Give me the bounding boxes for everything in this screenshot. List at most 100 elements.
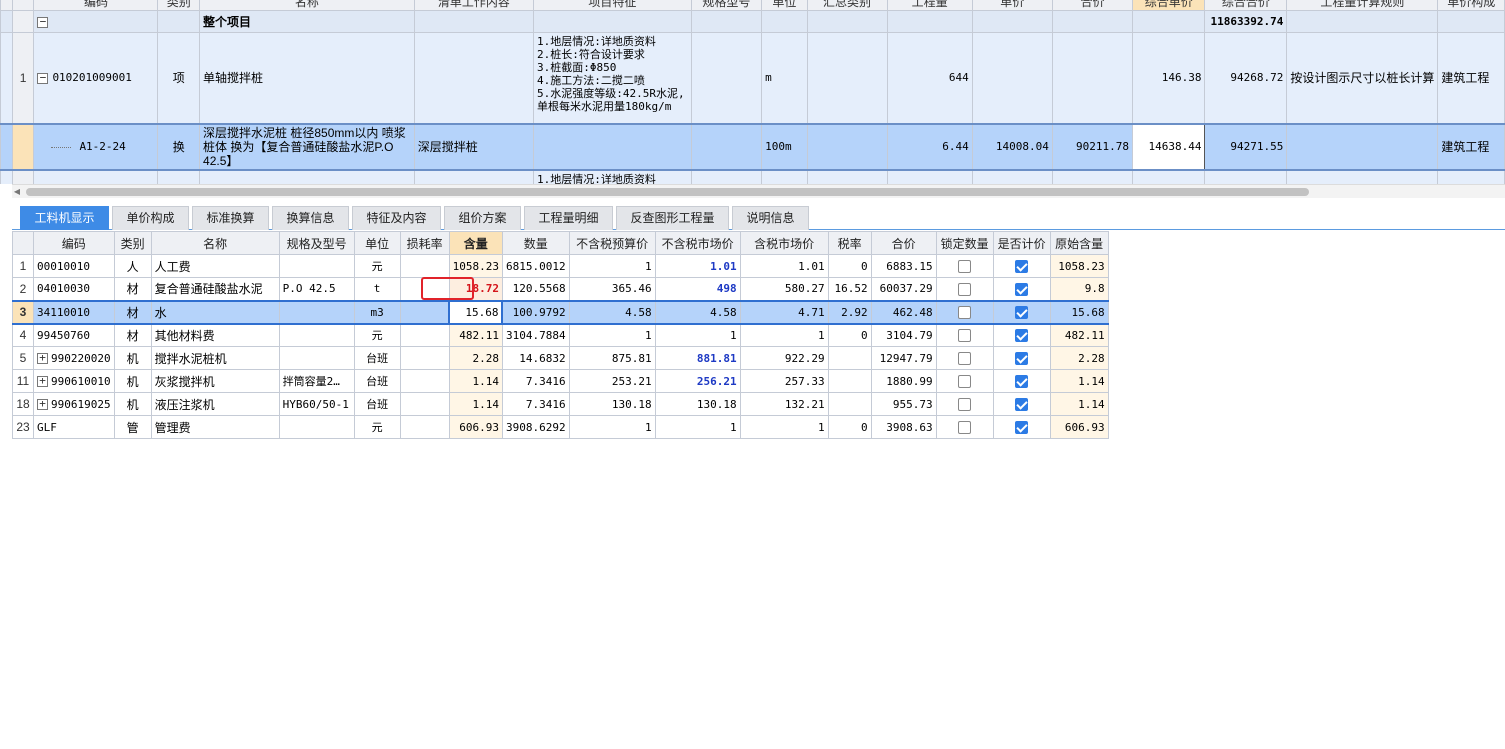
tab-unit-price-composition[interactable]: 单价构成 <box>112 206 189 230</box>
resource-code[interactable]: 00010010 <box>33 254 115 278</box>
resource-market-price[interactable]: 130.18 <box>654 392 741 416</box>
resource-market-price[interactable]: 498 <box>654 277 741 301</box>
resource-name[interactable]: 其他材料费 <box>150 323 280 347</box>
resource-tax-rate[interactable] <box>827 369 872 393</box>
quota-work-content[interactable]: 深层搅拌桩 <box>413 122 535 171</box>
bill-summary-type[interactable] <box>806 32 888 124</box>
header-original-content[interactable]: 原始含量 <box>1049 231 1109 255</box>
resource-spec[interactable] <box>278 299 355 325</box>
resource-amount[interactable]: 7.3416 <box>501 392 570 416</box>
lock-quantity-cell[interactable] <box>935 415 994 439</box>
resource-market-price[interactable]: 1 <box>654 323 741 347</box>
unchecked-checkbox-icon[interactable] <box>958 282 972 296</box>
resource-loss-rate[interactable] <box>399 369 450 393</box>
resource-tax-rate[interactable]: 16.52 <box>827 277 872 301</box>
quota-item-row[interactable]: A1-2-24 换 深层搅拌水泥桩 桩径850mm以内 喷浆桩体 换为【复合普通… <box>0 122 1505 171</box>
resource-tax-rate[interactable]: 2.92 <box>827 299 872 325</box>
resource-content[interactable]: 606.93 <box>448 415 503 439</box>
resource-original-content[interactable]: 15.68 <box>1049 299 1109 325</box>
resource-original-content[interactable]: 9.8 <box>1049 277 1109 301</box>
header-spec[interactable]: 规格及型号 <box>278 231 355 255</box>
quota-spec[interactable] <box>690 122 763 171</box>
header-code[interactable]: 编码 <box>33 0 159 11</box>
resource-unit[interactable]: 台班 <box>353 369 401 393</box>
resource-type[interactable]: 材 <box>113 277 152 301</box>
resource-name[interactable]: 水 <box>150 299 280 325</box>
resource-tax-market-price[interactable]: 4.71 <box>739 299 829 325</box>
resource-amount[interactable]: 100.9792 <box>501 299 570 325</box>
resource-content[interactable]: 1058.23 <box>448 254 503 278</box>
resource-original-content[interactable]: 482.11 <box>1049 323 1109 347</box>
unchecked-checkbox-icon[interactable] <box>958 421 972 435</box>
resource-total[interactable]: 12947.79 <box>870 346 937 370</box>
resource-tax-rate[interactable]: 0 <box>827 323 872 347</box>
resource-spec[interactable] <box>278 346 355 370</box>
resource-total[interactable]: 955.73 <box>870 392 937 416</box>
resource-total[interactable]: 3908.63 <box>870 415 937 439</box>
resource-budget-price[interactable]: 1 <box>568 323 656 347</box>
header-tax-rate[interactable]: 税率 <box>827 231 872 255</box>
resource-unit[interactable]: t <box>353 277 401 301</box>
bill-spec[interactable] <box>690 32 763 124</box>
quota-unit[interactable]: 100m <box>761 122 808 171</box>
bill-quantity[interactable]: 644 <box>886 32 973 124</box>
header-calc-rule[interactable]: 工程量计算规则 <box>1286 0 1439 11</box>
resource-budget-price[interactable]: 253.21 <box>568 369 656 393</box>
resource-tax-market-price[interactable]: 580.27 <box>739 277 829 301</box>
quota-composite-unit-price[interactable]: 14638.44 <box>1132 122 1206 171</box>
is-priced-cell[interactable] <box>992 299 1051 325</box>
bill-item-row[interactable]: 1.地层情况:详地质资料 <box>0 169 1505 184</box>
scroll-left-icon[interactable]: ◀ <box>12 187 22 197</box>
resource-unit[interactable]: 元 <box>353 323 401 347</box>
resource-row[interactable]: 11 +990610010 机灰浆搅拌机 拌筒容量2… 台班 1.14 7.3416 253.… <box>12 369 1109 393</box>
tab-description[interactable]: 说明信息 <box>732 206 809 230</box>
resource-original-content[interactable]: 1.14 <box>1049 369 1109 393</box>
quota-total-price[interactable]: 90211.78 <box>1051 122 1134 171</box>
resource-loss-rate[interactable] <box>399 392 450 416</box>
header-market-price[interactable]: 不含税市场价 <box>654 231 741 255</box>
tab-graphic-quantity-lookup[interactable]: 反查图形工程量 <box>616 206 729 230</box>
header-summary-type[interactable]: 汇总类别 <box>806 0 888 11</box>
resource-name[interactable]: 人工费 <box>150 254 280 278</box>
bill-calc-rule[interactable]: 按设计图示尺寸以桩长计算 <box>1286 32 1439 124</box>
bill-features[interactable]: 1.地层情况:详地质资料 <box>533 169 692 184</box>
checked-checkbox-icon[interactable] <box>1015 421 1029 435</box>
resource-type[interactable]: 人 <box>113 254 152 278</box>
resource-market-price[interactable]: 256.21 <box>654 369 741 393</box>
resource-code[interactable]: 99450760 <box>33 323 115 347</box>
expand-icon[interactable]: + <box>37 375 48 387</box>
is-priced-cell[interactable] <box>992 277 1051 301</box>
header-unit[interactable]: 单位 <box>353 231 401 255</box>
header-composite-total[interactable]: 综合合价 <box>1204 0 1288 11</box>
project-total-row[interactable]: − 整个项目 11863392.74 <box>0 10 1505 33</box>
resource-amount[interactable]: 14.6832 <box>501 346 570 370</box>
resource-content[interactable]: 1.14 <box>448 392 503 416</box>
resource-type[interactable]: 机 <box>113 392 152 416</box>
tab-pricing-scheme[interactable]: 组价方案 <box>444 206 521 230</box>
bill-item-row[interactable]: 1 −010201009001 项 单轴搅拌桩 1.地层情况:详地质资料 2.桩… <box>0 32 1505 124</box>
header-total-price[interactable]: 合价 <box>1051 0 1134 11</box>
quota-price-composition[interactable]: 建筑工程 <box>1437 122 1505 171</box>
resource-content[interactable]: 18.72 <box>448 277 503 301</box>
header-name[interactable]: 名称 <box>199 0 415 11</box>
resource-type[interactable]: 机 <box>113 369 152 393</box>
resource-name[interactable]: 复合普通硅酸盐水泥 <box>150 277 280 301</box>
resource-budget-price[interactable]: 1 <box>568 254 656 278</box>
resource-original-content[interactable]: 1058.23 <box>1049 254 1109 278</box>
checked-checkbox-icon[interactable] <box>1015 282 1029 296</box>
resource-unit[interactable]: 台班 <box>353 392 401 416</box>
bill-work-content[interactable] <box>413 32 535 124</box>
resource-content[interactable]: 15.68 <box>448 299 504 325</box>
resource-spec[interactable]: P.O 42.5 <box>278 277 355 301</box>
resource-type[interactable]: 管 <box>113 415 152 439</box>
resource-row[interactable]: 2 04010030 材复合普通硅酸盐水泥 P.O 42.5 t 18.72 120.556… <box>12 277 1109 301</box>
lock-quantity-cell[interactable] <box>935 323 994 347</box>
tab-conversion-info[interactable]: 换算信息 <box>272 206 349 230</box>
resource-name[interactable]: 液压注浆机 <box>150 392 280 416</box>
bill-type[interactable]: 项 <box>157 32 201 124</box>
resource-row[interactable]: 1 00010010 人人工费元 1058.23 6815.0012 1 1.01 1.01 0… <box>12 254 1109 278</box>
expand-icon[interactable]: + <box>37 398 48 410</box>
header-spec[interactable]: 规格型号 <box>690 0 763 11</box>
header-quantity[interactable]: 工程量 <box>886 0 973 11</box>
resource-loss-rate[interactable] <box>399 277 450 301</box>
